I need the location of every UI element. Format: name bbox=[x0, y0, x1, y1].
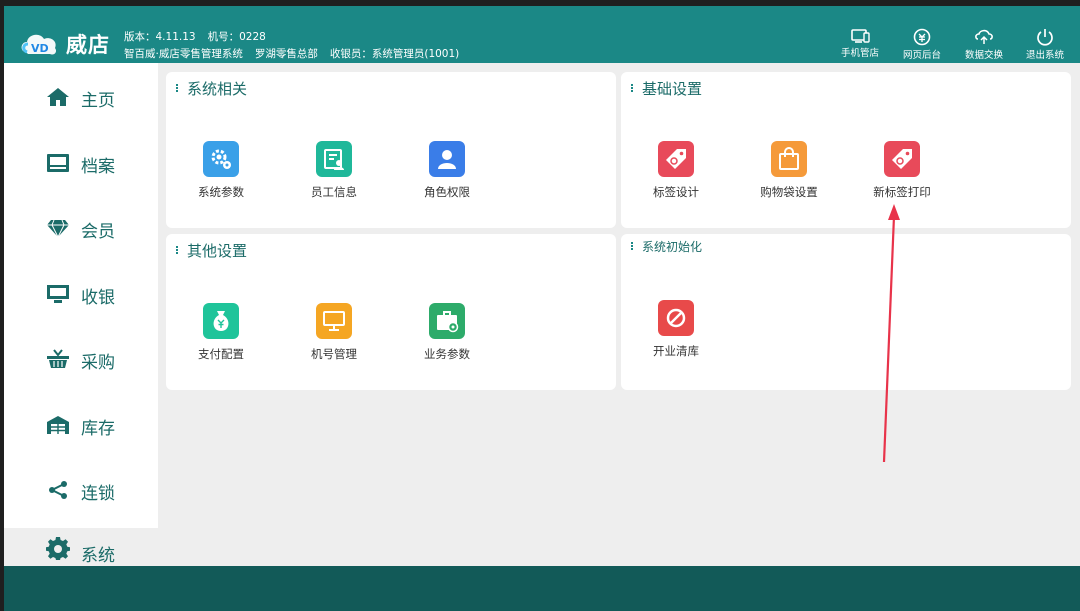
tag-icon bbox=[884, 141, 920, 177]
brand-name: 威店 bbox=[66, 33, 110, 57]
svg-text:VD: VD bbox=[31, 42, 49, 55]
diamond-icon bbox=[47, 219, 69, 238]
store-info: 智百威·威店零售管理系统 罗湖零售总部 收银员：系统管理员(1001) bbox=[124, 46, 471, 61]
footer-bar bbox=[4, 566, 1080, 611]
item-label: 角色权限 bbox=[424, 185, 470, 199]
sidebar-item-member[interactable]: 会员 bbox=[4, 208, 158, 248]
sidebar: 主页 档案 会员 收银 采购 库存 连锁 系统 bbox=[4, 63, 158, 566]
forbidden-icon bbox=[658, 300, 694, 336]
panel-title: 系统初始化 bbox=[631, 238, 702, 255]
sidebar-item-purchase[interactable]: 采购 bbox=[4, 339, 158, 379]
share-icon bbox=[49, 481, 67, 499]
sidebar-item-chain[interactable]: 连锁 bbox=[4, 470, 158, 510]
cashier-name: 收银员：系统管理员(1001) bbox=[329, 48, 460, 60]
system-params-button[interactable]: 系统参数 bbox=[181, 141, 261, 200]
mobile-store-icon bbox=[851, 29, 870, 43]
app-window: VD 威店 版本：4.11.13 机号：0228 智百威·威店零售管理系统 罗湖零售… bbox=[4, 6, 1080, 611]
sidebar-item-label: 会员 bbox=[81, 222, 115, 242]
web-backend-label: 网页后台 bbox=[902, 50, 941, 61]
dots-icon bbox=[631, 241, 634, 251]
data-exchange-icon bbox=[975, 29, 993, 44]
data-exchange-label: 数据交换 bbox=[964, 50, 1003, 61]
basket-icon bbox=[47, 349, 69, 368]
data-exchange-button[interactable]: 数据交换 bbox=[954, 26, 1014, 62]
home-icon bbox=[47, 88, 69, 106]
item-label: 标签设计 bbox=[653, 185, 699, 199]
panel-title-text: 其他设置 bbox=[187, 242, 248, 260]
sidebar-item-label: 收银 bbox=[81, 288, 115, 308]
new-label-print-button[interactable]: 新标签打印 bbox=[862, 141, 942, 200]
sidebar-item-label: 主页 bbox=[81, 91, 115, 111]
system-name: 智百威·威店零售管理系统 bbox=[124, 48, 243, 60]
item-label: 购物袋设置 bbox=[760, 185, 818, 199]
dots-icon bbox=[631, 83, 634, 93]
basic-settings-panel: 基础设置 标签设计 购物袋设置 新标签打印 bbox=[621, 72, 1071, 228]
payment-config-button[interactable]: 支付配置 bbox=[181, 303, 261, 362]
briefcase-icon bbox=[429, 303, 465, 339]
other-settings-panel: 其他设置 支付配置 机号管理 业务参数 bbox=[166, 234, 616, 390]
dots-icon bbox=[176, 245, 179, 255]
employee-icon bbox=[316, 141, 352, 177]
employee-info-button[interactable]: 员工信息 bbox=[294, 141, 374, 200]
item-label: 机号管理 bbox=[311, 347, 357, 361]
dots-icon bbox=[176, 83, 179, 93]
item-label: 支付配置 bbox=[198, 347, 244, 361]
monitor-icon bbox=[47, 285, 69, 303]
sidebar-item-archive[interactable]: 档案 bbox=[4, 143, 158, 183]
business-params-button[interactable]: 业务参数 bbox=[407, 303, 487, 362]
tag-icon bbox=[658, 141, 694, 177]
money-bag-icon bbox=[203, 303, 239, 339]
item-label: 系统参数 bbox=[198, 185, 244, 199]
panel-title: 系统相关 bbox=[176, 78, 247, 99]
bag-icon bbox=[771, 141, 807, 177]
archive-icon bbox=[47, 154, 69, 172]
item-label: 业务参数 bbox=[424, 347, 470, 361]
sidebar-item-label: 档案 bbox=[81, 157, 115, 177]
system-related-panel: 系统相关 系统参数 员工信息 角色权限 bbox=[166, 72, 616, 228]
web-backend-icon bbox=[913, 28, 931, 46]
mobile-store-label: 手机管店 bbox=[840, 48, 879, 59]
machine-number-management-button[interactable]: 机号管理 bbox=[294, 303, 374, 362]
sidebar-item-label: 库存 bbox=[81, 419, 115, 439]
sidebar-item-label: 连锁 bbox=[81, 484, 115, 504]
exit-system-label: 退出系统 bbox=[1025, 50, 1064, 61]
sidebar-item-system[interactable]: 系统 bbox=[4, 528, 158, 566]
logo-icon: VD bbox=[21, 34, 57, 55]
panel-title: 基础设置 bbox=[631, 78, 702, 99]
panel-title-text: 系统相关 bbox=[187, 80, 248, 98]
panel-title-text: 系统初始化 bbox=[642, 240, 703, 254]
warehouse-icon bbox=[47, 416, 69, 434]
panel-title-text: 基础设置 bbox=[642, 80, 703, 98]
item-label: 开业清库 bbox=[653, 344, 699, 358]
role-permissions-button[interactable]: 角色权限 bbox=[407, 141, 487, 200]
item-label: 员工信息 bbox=[311, 185, 357, 199]
user-icon bbox=[429, 141, 465, 177]
label-design-button[interactable]: 标签设计 bbox=[636, 141, 716, 200]
power-icon bbox=[1037, 29, 1053, 46]
mobile-store-button[interactable]: 手机管店 bbox=[830, 26, 890, 62]
header-bar: VD 威店 版本：4.11.13 机号：0228 智百威·威店零售管理系统 罗湖零售… bbox=[4, 6, 1080, 63]
exit-system-button[interactable]: 退出系统 bbox=[1015, 26, 1075, 62]
machine-number: 机号：0228 bbox=[207, 31, 266, 43]
sidebar-item-inventory[interactable]: 库存 bbox=[4, 405, 158, 445]
monitor-icon bbox=[316, 303, 352, 339]
shopping-bag-settings-button[interactable]: 购物袋设置 bbox=[749, 141, 829, 200]
sidebar-item-label: 系统 bbox=[81, 546, 115, 566]
sidebar-item-cashier[interactable]: 收银 bbox=[4, 274, 158, 314]
version-text: 版本：4.11.13 bbox=[124, 31, 196, 43]
item-label: 新标签打印 bbox=[873, 185, 931, 199]
opening-clear-stock-button[interactable]: 开业清库 bbox=[636, 300, 716, 359]
web-backend-button[interactable]: 网页后台 bbox=[892, 26, 952, 62]
gear-icon bbox=[46, 537, 70, 560]
system-init-panel: 系统初始化 开业清库 bbox=[621, 234, 1071, 390]
panel-title: 其他设置 bbox=[176, 240, 247, 261]
sidebar-item-home[interactable]: 主页 bbox=[4, 77, 158, 117]
sidebar-item-label: 采购 bbox=[81, 353, 115, 373]
store-name: 罗湖零售总部 bbox=[254, 48, 318, 60]
version-info: 版本：4.11.13 机号：0228 bbox=[124, 29, 278, 44]
settings-icon bbox=[203, 141, 239, 177]
